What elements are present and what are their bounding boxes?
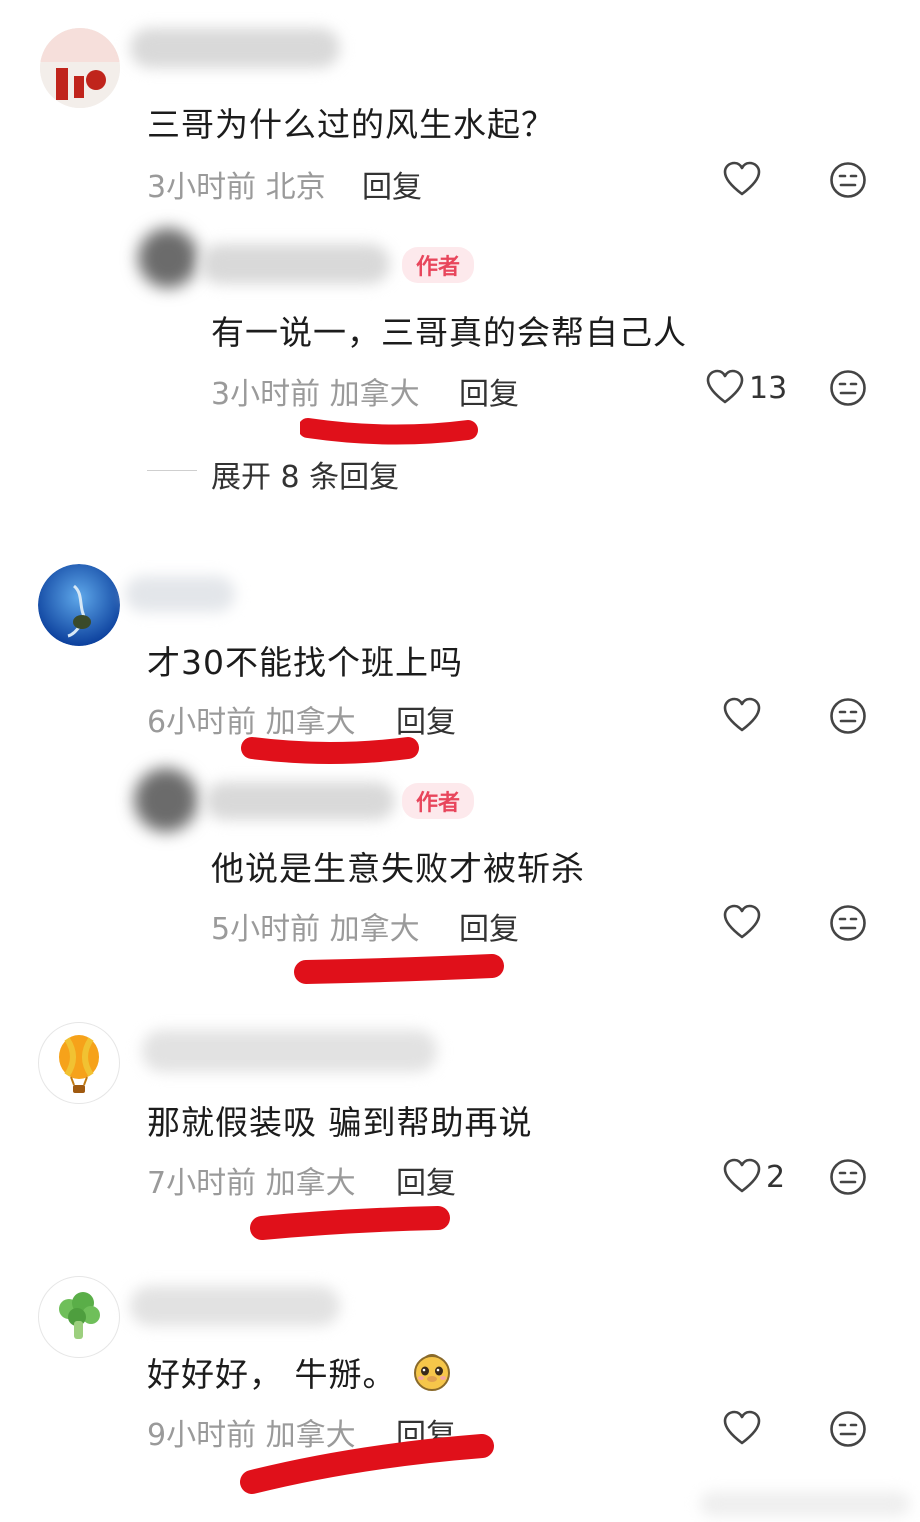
like-button[interactable] (722, 696, 762, 736)
comment-text: 好好好， 牛掰。 (147, 1348, 453, 1396)
reply-button[interactable]: 回复 (362, 162, 422, 206)
comment-time: 5小时前 (211, 912, 321, 947)
comment-time: 3小时前 (147, 170, 257, 205)
red-annotation-stroke (300, 418, 478, 445)
dislike-button[interactable] (828, 1409, 868, 1449)
comment-meta: 3小时前 加拿大 (211, 369, 420, 413)
comment-text: 三哥为什么过的风生水起？ (147, 105, 555, 144)
comment-meta: 7小时前 加拿大 (147, 1158, 356, 1202)
comment-text-content: 好好好， 牛掰。 (147, 1355, 397, 1394)
hot-air-balloon-icon (59, 1035, 99, 1093)
comment-time: 7小时前 (147, 1166, 257, 1201)
avatar[interactable] (38, 1276, 120, 1358)
username-blurred (125, 576, 235, 612)
red-annotation-stroke (240, 1434, 494, 1494)
broccoli-icon (59, 1292, 100, 1339)
username-blurred (130, 28, 340, 68)
comment-text: 他说是生意失败才被斩杀 (211, 849, 585, 888)
like-button[interactable]: 13 (705, 368, 787, 408)
red-annotation-stroke (241, 737, 419, 764)
meh-face-icon (828, 160, 868, 200)
avatar-image (40, 28, 120, 108)
dislike-button[interactable] (828, 1157, 868, 1197)
red-annotation-stroke (294, 954, 504, 984)
heart-outline-icon (722, 903, 762, 943)
avatar[interactable] (134, 768, 198, 832)
like-button[interactable] (722, 1409, 762, 1449)
like-button[interactable]: 2 (722, 1157, 785, 1197)
expand-replies-button[interactable]: 展开 8 条回复 (211, 452, 399, 496)
heart-outline-icon (722, 160, 762, 200)
red-annotation-stroke (250, 1206, 450, 1240)
meh-face-icon (828, 696, 868, 736)
cute-face-emoji-icon (413, 1354, 450, 1391)
username-blurred (205, 782, 395, 820)
comment-location: 加拿大 (329, 912, 420, 947)
comment-text: 才30不能找个班上吗 (147, 643, 463, 682)
username-blurred (130, 1286, 340, 1326)
comment-text: 那就假装吸 骗到帮助再说 (147, 1103, 533, 1142)
username-blurred (142, 1030, 437, 1072)
avatar[interactable] (40, 28, 120, 108)
avatar-image (38, 564, 120, 646)
comment-location: 加拿大 (265, 1166, 356, 1201)
dislike-button[interactable] (828, 696, 868, 736)
reply-button[interactable]: 回复 (459, 904, 519, 948)
dislike-button[interactable] (828, 160, 868, 200)
comment-time: 3小时前 (211, 377, 321, 412)
author-badge: 作者 (402, 247, 475, 283)
heart-outline-icon (722, 696, 762, 736)
like-button[interactable] (722, 160, 762, 200)
comment-text: 有一说一，三哥真的会帮自己人 (211, 313, 687, 352)
reply-button[interactable]: 回复 (396, 1158, 456, 1202)
like-count: 13 (749, 370, 788, 406)
avatar[interactable] (38, 1022, 120, 1104)
like-button[interactable] (722, 903, 762, 943)
avatar[interactable] (138, 228, 198, 288)
like-count: 2 (766, 1159, 786, 1195)
heart-outline-icon (705, 368, 745, 408)
dislike-button[interactable] (828, 903, 868, 943)
reply-button[interactable]: 回复 (459, 369, 519, 413)
heart-outline-icon (722, 1409, 762, 1449)
heart-outline-icon (722, 1157, 762, 1197)
comment-location: 北京 (265, 170, 326, 205)
comment-meta: 5小时前 加拿大 (211, 904, 420, 948)
dislike-button[interactable] (828, 368, 868, 408)
meh-face-icon (828, 1409, 868, 1449)
meh-face-icon (828, 903, 868, 943)
comment-location: 加拿大 (329, 377, 420, 412)
avatar[interactable] (38, 564, 120, 646)
expand-divider (147, 470, 197, 471)
username-blurred (200, 244, 390, 284)
author-badge: 作者 (402, 783, 475, 819)
comment-meta: 3小时前 北京 (147, 162, 326, 206)
meh-face-icon (828, 1157, 868, 1197)
watermark-blurred (700, 1492, 910, 1516)
meh-face-icon (828, 368, 868, 408)
